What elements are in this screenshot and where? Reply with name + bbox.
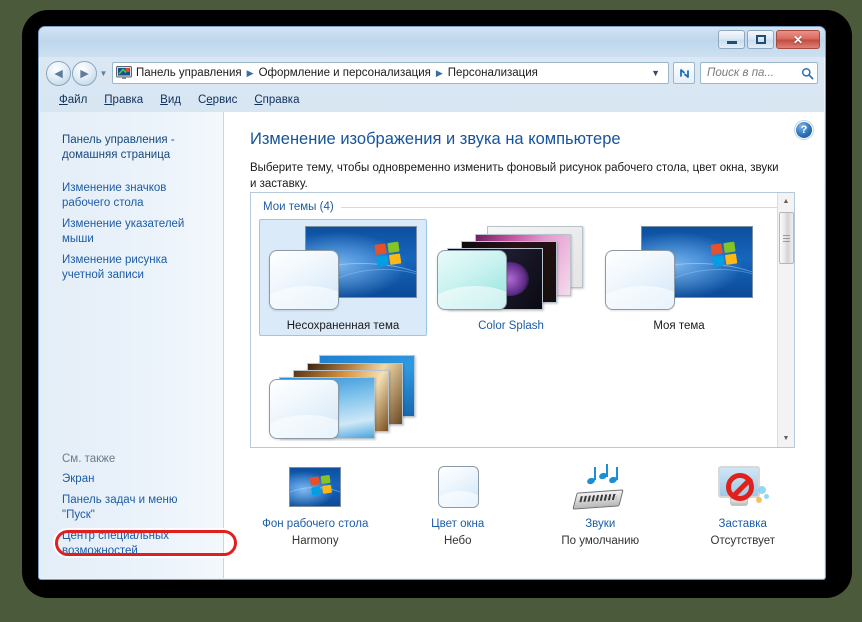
window-glass-preview: [605, 250, 675, 310]
window-glass-preview: [269, 250, 339, 310]
window-glass-preview: [437, 250, 507, 310]
sidebar-item-ease-of-access-center[interactable]: Центр специальных возможностей: [40, 526, 223, 562]
search-icon: [801, 67, 814, 80]
wallpaper-icon: [286, 464, 344, 510]
setting-label: Заставка: [719, 518, 767, 530]
setting-desktop-background[interactable]: Фон рабочего стола Harmony: [244, 464, 387, 547]
setting-screensaver[interactable]: Заставка Отсутствует: [672, 464, 815, 547]
setting-label: Фон рабочего стола: [262, 518, 368, 530]
section-divider: [341, 207, 782, 208]
breadcrumb-item-3[interactable]: Персонализация: [446, 67, 540, 79]
help-icon[interactable]: ?: [796, 122, 812, 138]
page-description: Выберите тему, чтобы одновременно измени…: [224, 149, 824, 192]
back-arrow-icon: ◄: [52, 65, 66, 81]
setting-value: По умолчанию: [561, 535, 639, 547]
theme-thumbnail: [435, 224, 587, 316]
title-bar: ✕: [39, 27, 825, 57]
window-color-icon: [429, 464, 487, 510]
see-also-section: См. также Экран Панель задач и меню "Пус…: [40, 451, 223, 562]
setting-label: Цвет окна: [431, 518, 484, 530]
windows-logo-icon: [710, 241, 739, 268]
search-placeholder: Поиск в па...: [707, 67, 801, 79]
scroll-down-button[interactable]: ▼: [778, 430, 794, 447]
theme-thumbnail: [267, 224, 419, 316]
theme-settings-row: Фон рабочего стола Harmony Цвет окна Неб…: [244, 464, 814, 547]
theme-label: Color Splash: [478, 320, 544, 332]
setting-sounds[interactable]: Звуки По умолчанию: [529, 464, 672, 547]
menu-tools[interactable]: Сервис: [190, 92, 245, 108]
breadcrumb-item-2[interactable]: Оформление и персонализация: [257, 67, 433, 79]
minimize-icon: [727, 41, 737, 44]
refresh-button[interactable]: [673, 62, 695, 84]
page-title: Изменение изображения и звука на компьют…: [224, 124, 824, 149]
navigation-bar: ◄ ► ▼ Панель управления ▶ Оф: [39, 57, 825, 89]
back-button[interactable]: ◄: [46, 61, 71, 86]
no-entry-icon: [726, 473, 754, 501]
window-body: Панель управления - домашняя страница Из…: [40, 112, 824, 578]
scroll-up-button[interactable]: ▲: [778, 193, 794, 210]
scrollbar-thumb[interactable]: [779, 212, 794, 264]
breadcrumb-separator-icon: ▶: [244, 68, 257, 79]
menu-help[interactable]: Справка: [246, 92, 307, 108]
personalization-window: ✕ ◄ ► ▼: [38, 26, 826, 580]
maximize-button[interactable]: [747, 30, 774, 49]
theme-label: Несохраненная тема: [287, 320, 400, 332]
sidebar-item-desktop-icons[interactable]: Изменение значков рабочего стола: [40, 178, 223, 214]
minimize-button[interactable]: [718, 30, 745, 49]
setting-label: Звуки: [585, 518, 615, 530]
forward-button[interactable]: ►: [72, 61, 97, 86]
window-controls: ✕: [718, 30, 820, 49]
sidebar-item-display[interactable]: Экран: [40, 469, 223, 490]
close-icon: ✕: [793, 34, 803, 46]
theme-label: Моя тема: [653, 320, 704, 332]
breadcrumb-separator-icon: ▶: [433, 68, 446, 79]
control-panel-icon: [116, 66, 132, 80]
screensaver-icon: [714, 464, 772, 510]
forward-arrow-icon: ►: [78, 65, 92, 81]
content-pane: ? Изменение изображения и звука на компь…: [224, 112, 824, 578]
sounds-icon: [571, 464, 629, 510]
theme-item-color-splash[interactable]: Color Splash: [427, 219, 595, 336]
maximize-icon: [756, 35, 766, 44]
recent-locations-button[interactable]: ▼: [97, 69, 110, 78]
menu-edit[interactable]: Правка: [96, 92, 151, 108]
themes-row-2: [251, 336, 794, 448]
themes-scrollbar[interactable]: ▲ ▼: [777, 193, 794, 447]
address-dropdown-icon[interactable]: ▼: [643, 68, 666, 78]
desktop-background: ✕ ◄ ► ▼: [0, 0, 862, 622]
setting-value: Отсутствует: [711, 535, 776, 547]
menu-view[interactable]: Вид: [152, 92, 189, 108]
menu-bar: Файл Правка Вид Сервис Справка: [39, 89, 825, 111]
close-button[interactable]: ✕: [776, 30, 820, 49]
setting-window-color[interactable]: Цвет окна Небо: [387, 464, 530, 547]
window-glass-preview: [269, 379, 339, 439]
menu-file[interactable]: Файл: [51, 92, 95, 108]
setting-value: Небо: [444, 535, 472, 547]
theme-thumbnail: [603, 224, 755, 316]
themes-section-label: Мои темы (4): [263, 201, 334, 213]
theme-thumbnail: [267, 353, 419, 445]
navigation-sidebar: Панель управления - домашняя страница Из…: [40, 112, 224, 578]
address-bar[interactable]: Панель управления ▶ Оформление и персона…: [112, 62, 669, 84]
themes-row-1: Несохраненная тема: [251, 213, 794, 336]
theme-item-unsaved[interactable]: Несохраненная тема: [259, 219, 427, 336]
sidebar-item-taskbar-start-menu[interactable]: Панель задач и меню "Пуск": [40, 490, 223, 526]
breadcrumb-item-1[interactable]: Панель управления: [134, 67, 244, 79]
sidebar-item-mouse-pointers[interactable]: Изменение указателей мыши: [40, 214, 223, 250]
themes-section-header: Мои темы (4): [251, 193, 794, 213]
refresh-icon: [678, 67, 691, 80]
setting-value: Harmony: [292, 535, 339, 547]
sidebar-item-control-panel-home[interactable]: Панель управления - домашняя страница: [40, 130, 223, 166]
theme-item-architecture[interactable]: [259, 348, 427, 448]
sidebar-item-account-picture[interactable]: Изменение рисунка учетной записи: [40, 250, 223, 286]
themes-list[interactable]: Мои темы (4): [250, 192, 795, 448]
theme-item-my-theme[interactable]: Моя тема: [595, 219, 763, 336]
search-input[interactable]: Поиск в па...: [700, 62, 818, 84]
windows-logo-icon: [374, 241, 403, 268]
see-also-heading: См. также: [40, 451, 223, 469]
